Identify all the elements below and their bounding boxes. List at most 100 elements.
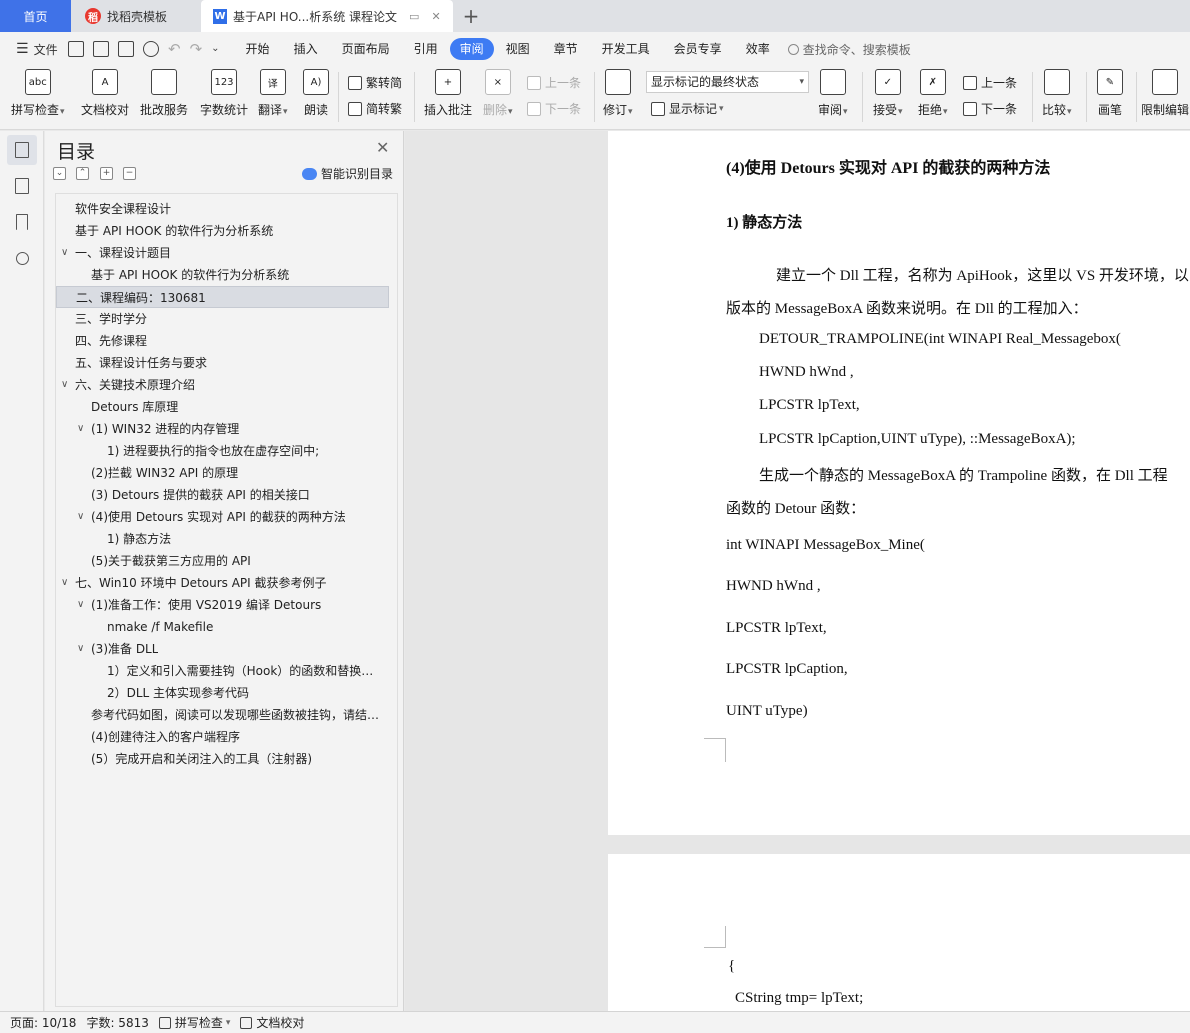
delete-comment-button[interactable]: × 删除▾ <box>483 69 513 118</box>
word-count-button[interactable]: 123 字数统计 <box>200 69 248 118</box>
toc-item[interactable]: (3) Detours 提供的截获 API 的相关接口 <box>56 484 389 506</box>
undo-icon[interactable]: ↶ <box>168 41 181 57</box>
remove-heading-icon[interactable]: − <box>123 167 136 180</box>
window-mode-icon[interactable]: ▭ <box>409 10 419 23</box>
pen-button[interactable]: ✎ 画笔 <box>1097 69 1123 118</box>
export-pdf-icon[interactable] <box>93 41 109 57</box>
chapter-nav-button[interactable] <box>7 171 37 201</box>
menu-efficiency[interactable]: 效率 <box>734 38 782 60</box>
toc-pane-button[interactable] <box>7 135 37 165</box>
toc-item[interactable]: 软件安全课程设计 <box>56 198 389 220</box>
chevron-down-icon[interactable]: ∨ <box>77 506 84 528</box>
chevron-down-icon[interactable]: ∨ <box>77 638 84 660</box>
prev-change-button[interactable]: 上一条 <box>963 74 1017 91</box>
code-line: HWND hWnd , <box>726 578 821 594</box>
toc-item[interactable]: ∨ 六、关键技术原理介绍 <box>56 374 389 396</box>
toc-item[interactable]: ∨ (3)准备 DLL <box>56 638 389 660</box>
word-count-indicator[interactable]: 字数: 5813 <box>86 1014 148 1031</box>
toc-item[interactable]: 基于 API HOOK 的软件行为分析系统 <box>56 264 389 286</box>
toc-item[interactable]: ∨ 一、课程设计题目 <box>56 242 389 264</box>
expand-up-icon[interactable]: ⌃ <box>76 167 89 180</box>
chevron-down-icon[interactable]: ∨ <box>77 594 84 616</box>
toc-item[interactable]: 四、先修课程 <box>56 330 389 352</box>
close-icon[interactable]: ✕ <box>376 138 389 157</box>
status-spellcheck[interactable]: 拼写检查 ▾ <box>158 1014 230 1031</box>
chevron-down-icon[interactable]: ∨ <box>77 418 84 440</box>
spellcheck-button[interactable]: abc 拼写检查▾ <box>11 69 65 118</box>
toc-item[interactable]: 2）DLL 主体实现参考代码 <box>56 682 389 704</box>
translate-button[interactable]: 译 翻译▾ <box>258 69 288 118</box>
customize-toolbar-icon[interactable]: ⌄ <box>211 41 219 57</box>
menu-references[interactable]: 引用 <box>402 38 450 60</box>
toc-item[interactable]: Detours 库原理 <box>56 396 389 418</box>
menu-insert[interactable]: 插入 <box>282 38 330 60</box>
to-simplified-button[interactable]: 繁转简 <box>348 74 402 91</box>
collapse-all-icon[interactable]: ⌄ <box>53 167 66 180</box>
read-aloud-button[interactable]: A) 朗读 <box>303 69 329 118</box>
toc-item[interactable]: 1) 进程要执行的指令也放在虚存空间中; <box>56 440 389 462</box>
batch-service-button[interactable]: 批改服务 <box>140 69 188 118</box>
document-canvas[interactable]: (4)使用 Detours 实现对 API 的截获的两种方法 1) 静态方法 建… <box>405 131 1190 1011</box>
toc-item[interactable]: (5)关于截获第三方应用的 API <box>56 550 389 572</box>
tab-document[interactable]: W 基于API HO...析系统 课程论文 ▭ ✕ <box>201 0 453 32</box>
print-icon[interactable] <box>118 41 134 57</box>
toc-item[interactable]: ∨ 七、Win10 环境中 Detours API 截获参考例子 <box>56 572 389 594</box>
insert-comment-button[interactable]: + 插入批注 <box>424 69 472 118</box>
revise-button[interactable]: 修订▾ <box>603 69 633 118</box>
add-heading-icon[interactable]: + <box>100 167 113 180</box>
toc-item[interactable]: 1) 静态方法 <box>56 528 389 550</box>
toc-item[interactable]: 参考代码如图，阅读可以发现哪些函数被挂钩，请结合代码说明 <box>56 704 389 726</box>
smart-toc-button[interactable]: 智能识别目录 <box>302 165 393 182</box>
accept-button[interactable]: ✓ 接受▾ <box>873 69 903 118</box>
reject-button[interactable]: ✗ 拒绝▾ <box>918 69 948 118</box>
prev-comment-button[interactable]: 上一条 <box>527 74 581 91</box>
toc-item[interactable]: 1）定义和引入需要挂钩（Hook）的函数和替换的函数 <box>56 660 389 682</box>
toc-item[interactable]: ∨ (1)准备工作：使用 VS2019 编译 Detours <box>56 594 389 616</box>
document-page[interactable]: (4)使用 Detours 实现对 API 的截获的两种方法 1) 静态方法 建… <box>608 131 1190 835</box>
toc-item[interactable]: (4)创建待注入的客户端程序 <box>56 726 389 748</box>
to-traditional-button[interactable]: 简转繁 <box>348 100 402 117</box>
toc-item[interactable]: ∨ (1) WIN32 进程的内存管理 <box>56 418 389 440</box>
next-comment-button[interactable]: 下一条 <box>527 100 581 117</box>
menu-member[interactable]: 会员专享 <box>662 38 734 60</box>
restrict-edit-button[interactable]: 限制编辑 <box>1141 69 1189 118</box>
toc-item[interactable]: 基于 API HOOK 的软件行为分析系统 <box>56 220 389 242</box>
menu-review[interactable]: 审阅 <box>449 38 494 60</box>
menu-view[interactable]: 视图 <box>494 38 542 60</box>
menu-start[interactable]: 开始 <box>234 38 282 60</box>
doc-check-button[interactable]: A 文档校对 <box>81 69 129 118</box>
status-doc-check[interactable]: 文档校对 <box>240 1014 304 1031</box>
chevron-down-icon[interactable]: ∨ <box>61 572 68 594</box>
toc-item[interactable]: 二、课程编码：130681 <box>56 286 389 308</box>
find-button[interactable] <box>7 243 37 273</box>
next-change-button[interactable]: 下一条 <box>963 100 1017 117</box>
document-page[interactable]: { CString tmp= lpText; <box>608 854 1190 1011</box>
compare-button[interactable]: 比较▾ <box>1042 69 1072 118</box>
page-indicator[interactable]: 页面: 10/18 <box>10 1014 76 1031</box>
command-search[interactable]: 查找命令、搜索模板 <box>787 41 911 58</box>
new-tab-button[interactable]: + <box>458 0 484 32</box>
toc-item[interactable]: (2)拦截 WIN32 API 的原理 <box>56 462 389 484</box>
print-preview-icon[interactable] <box>143 41 159 57</box>
menu-developer[interactable]: 开发工具 <box>590 38 662 60</box>
tab-home[interactable]: 首页 <box>0 0 71 32</box>
review-pane-button[interactable]: 审阅▾ <box>818 69 848 118</box>
toc-item[interactable]: nmake /f Makefile <box>56 616 389 638</box>
chevron-down-icon[interactable]: ∨ <box>61 242 68 264</box>
markup-state-select[interactable]: 显示标记的最终状态 ▾ <box>646 71 809 93</box>
toc-item[interactable]: 五、课程设计任务与要求 <box>56 352 389 374</box>
toc-item[interactable]: ∨ (4)使用 Detours 实现对 API 的截获的两种方法 <box>56 506 389 528</box>
close-tab-icon[interactable]: ✕ <box>431 10 440 23</box>
menu-chapter[interactable]: 章节 <box>542 38 590 60</box>
show-markup-button[interactable]: 显示标记 ▾ <box>651 100 724 117</box>
bookmark-button[interactable] <box>7 207 37 237</box>
toc-item[interactable]: (5）完成开启和关闭注入的工具（注射器) <box>56 748 389 770</box>
menu-page-layout[interactable]: 页面布局 <box>330 38 402 60</box>
save-icon[interactable] <box>68 41 84 57</box>
toc-item[interactable]: 三、学时学分 <box>56 308 389 330</box>
prev-change-icon <box>963 75 977 90</box>
chevron-down-icon[interactable]: ∨ <box>61 374 68 396</box>
tab-template[interactable]: 稻 找稻壳模板 <box>73 0 197 32</box>
file-menu[interactable]: ☰ 文件 <box>0 41 68 58</box>
redo-icon[interactable]: ↷ <box>190 41 203 57</box>
